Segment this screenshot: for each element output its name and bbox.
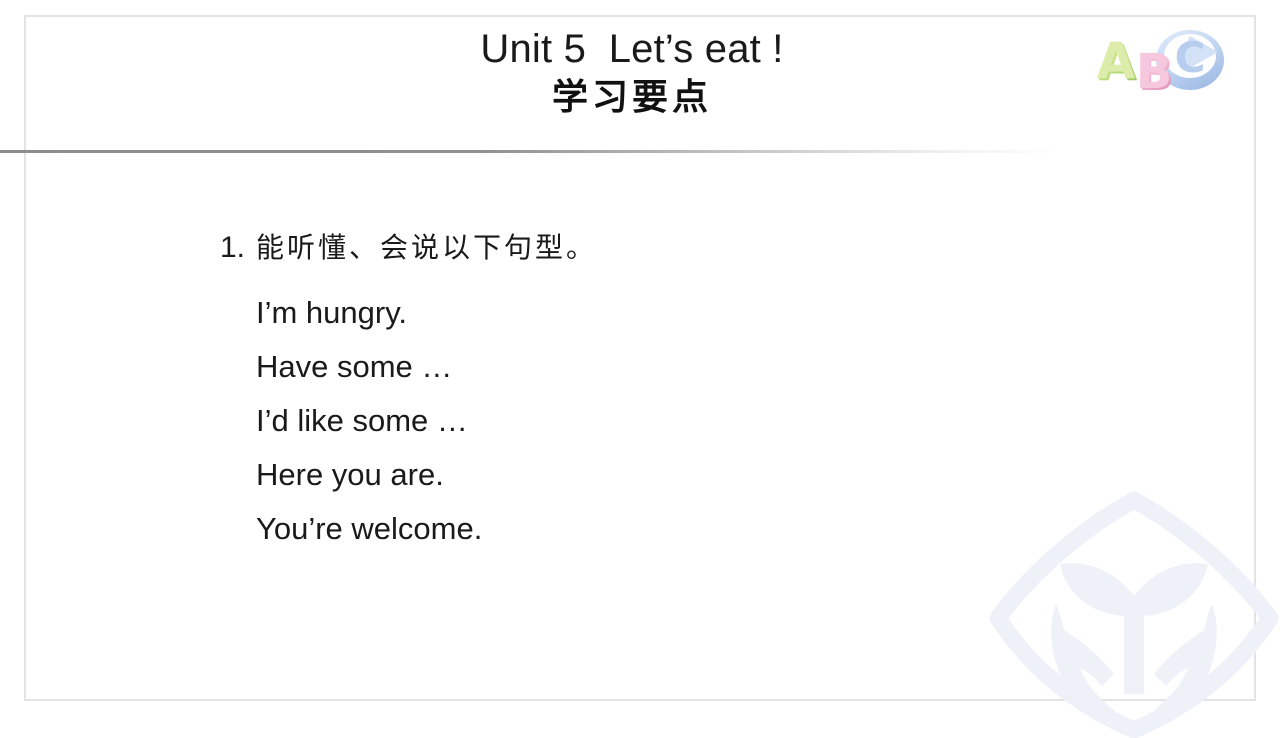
page-subtitle: 学习要点 — [551, 76, 712, 118]
list-item-label: 能听懂、会说以下句型。 — [256, 231, 598, 264]
svg-text:C: C — [1175, 33, 1206, 82]
header-divider — [0, 150, 1060, 153]
list-item-number: 1. — [220, 231, 246, 264]
list-item: 1. 能听懂、会说以下句型。 — [0, 228, 1280, 282]
slide-content: 1. 能听懂、会说以下句型。 I’m hungry. Have some … I… — [0, 228, 1280, 546]
sentence-item: I’m hungry. — [256, 295, 408, 330]
slide: Unit 5 Let’s eat ! 学习要点 C A A B B 1. 能听懂… — [0, 0, 1280, 738]
sentence-item: You’re welcome. — [256, 511, 483, 546]
sentence-item: I’d like some … — [256, 403, 468, 438]
svg-text:B: B — [1136, 44, 1173, 100]
page-title: Unit 5 Let’s eat ! — [480, 27, 784, 71]
sentence-item: Here you are. — [256, 457, 444, 492]
svg-text:A: A — [1097, 32, 1136, 90]
title-block: Unit 5 Let’s eat ! 学习要点 — [0, 26, 1264, 120]
abc-blocks-icon: C A A B B — [1086, 18, 1232, 100]
sentence-list: I’m hungry. Have some … I’d like some … … — [0, 293, 1280, 573]
sentence-item: Have some … — [256, 349, 453, 384]
slide-header: Unit 5 Let’s eat ! 学习要点 C A A B B — [0, 0, 1280, 155]
